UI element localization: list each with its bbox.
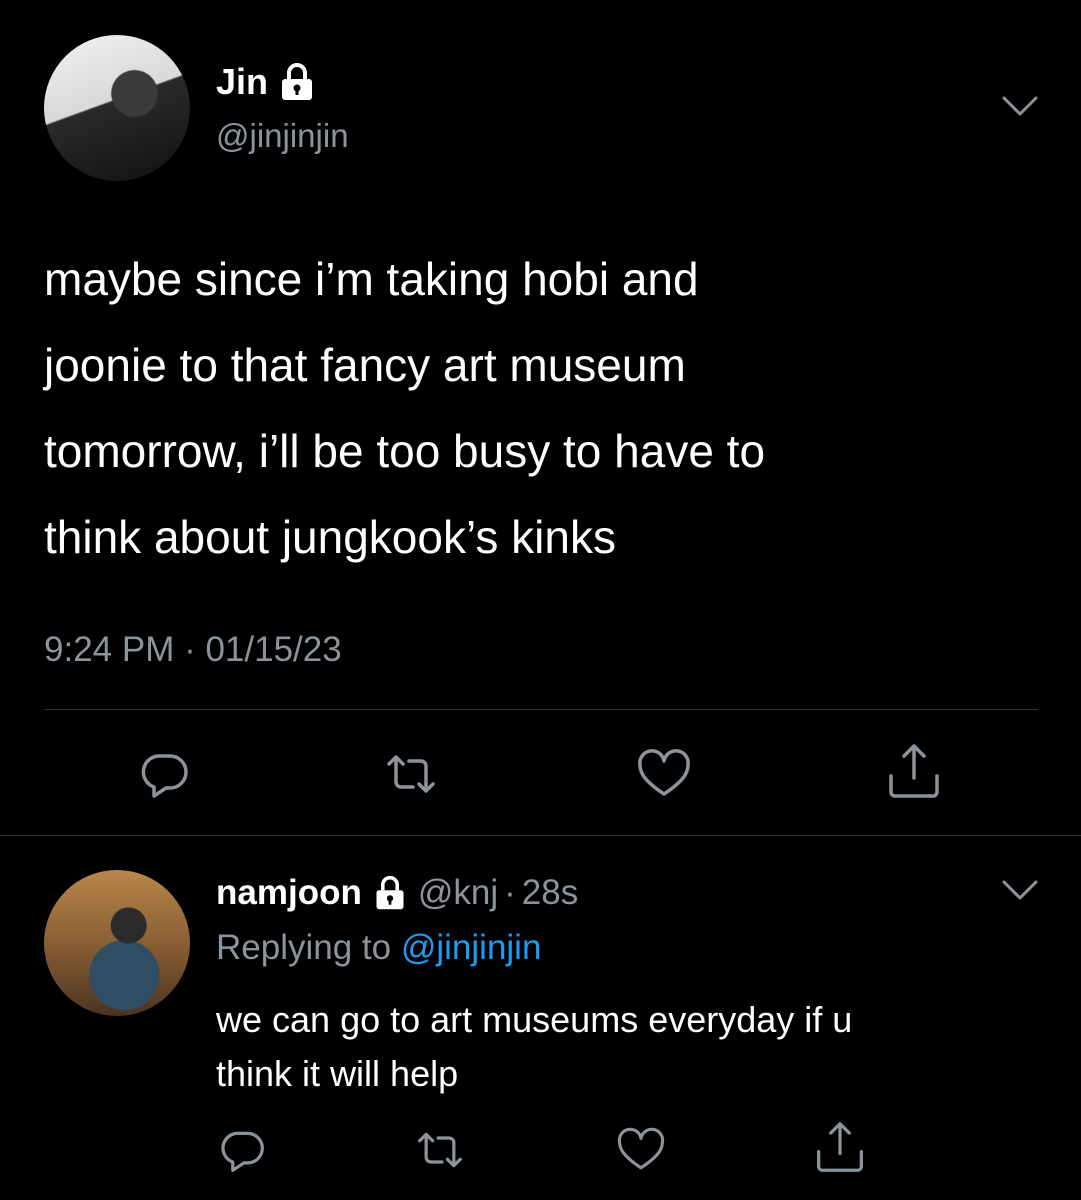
tweet-text: maybe since i’m taking hobi and joonie t…: [44, 236, 1044, 580]
lock-icon: [282, 63, 313, 100]
author-handle[interactable]: @jinjinjin: [216, 116, 349, 156]
replying-prefix: Replying to: [216, 928, 392, 967]
like-icon[interactable]: [616, 1126, 666, 1174]
reply-icon[interactable]: [218, 1126, 266, 1174]
tweet-text-line: tomorrow, i’ll be too busy to have to: [44, 425, 766, 477]
reply-text: we can go to art museums everyday if u t…: [216, 993, 1046, 1101]
like-icon[interactable]: [636, 748, 692, 800]
avatar-jin[interactable]: [44, 35, 190, 181]
retweet-icon[interactable]: [414, 1126, 466, 1174]
reply-text-line: we can go to art museums everyday if u: [216, 999, 853, 1040]
reply-author-name[interactable]: namjoon: [216, 871, 362, 915]
author-name[interactable]: Jin: [216, 60, 314, 104]
tweet-text-line: joonie to that fancy art museum: [44, 339, 686, 391]
share-icon[interactable]: [886, 742, 942, 800]
chevron-down-icon[interactable]: [1000, 876, 1040, 906]
divider: [44, 709, 1038, 710]
separator-dot: ·: [504, 873, 516, 912]
reply-header: namjoon @knj · 28s: [216, 871, 578, 915]
reply-author-handle[interactable]: @knj: [418, 871, 498, 915]
tweet-timestamp: 9:24 PM · 01/15/23: [44, 630, 342, 669]
reply-timestamp: 28s: [521, 873, 579, 912]
lock-icon: [376, 875, 404, 910]
replying-to: Replying to @jinjinjin: [216, 926, 541, 970]
tweet-text-line: think about jungkook’s kinks: [44, 511, 616, 563]
reply-icon[interactable]: [138, 748, 190, 800]
author-name-text: Jin: [216, 61, 269, 102]
reply-text-line: think it will help: [216, 1053, 459, 1094]
avatar-namjoon[interactable]: [44, 870, 190, 1016]
share-icon[interactable]: [814, 1120, 866, 1174]
divider: [0, 835, 1081, 836]
chevron-down-icon[interactable]: [1000, 92, 1040, 122]
tweet-text-line: maybe since i’m taking hobi and: [44, 253, 699, 305]
retweet-icon[interactable]: [383, 748, 439, 800]
replying-to-link[interactable]: @jinjinjin: [401, 928, 542, 967]
